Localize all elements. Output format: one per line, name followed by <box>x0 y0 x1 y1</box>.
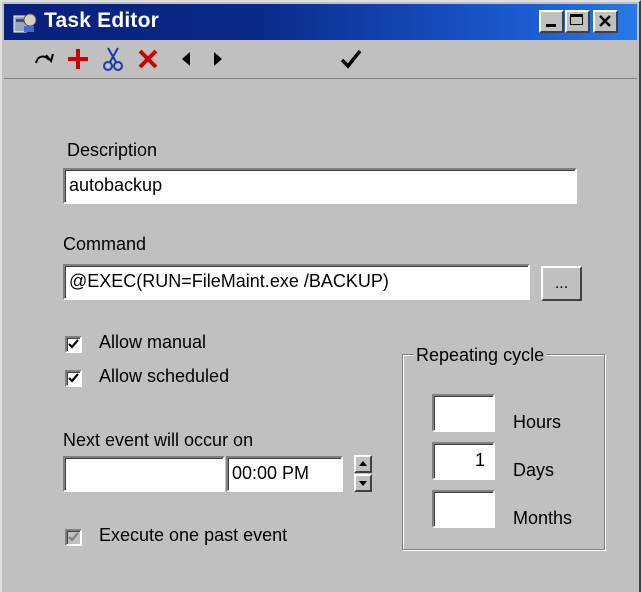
next-icon[interactable] <box>204 40 232 78</box>
check-icon[interactable] <box>334 40 368 78</box>
cut-icon[interactable] <box>98 40 128 78</box>
previous-icon[interactable] <box>172 40 200 78</box>
close-icon <box>595 12 616 31</box>
app-icon <box>12 10 38 36</box>
allow-scheduled-label[interactable]: Allow scheduled <box>99 366 229 387</box>
maximize-button[interactable] <box>565 10 590 33</box>
hours-field[interactable] <box>432 394 495 432</box>
months-label: Months <box>513 508 573 528</box>
spin-up-icon <box>359 461 367 466</box>
repeating-cycle-title: Repeating cycle <box>414 345 547 366</box>
command-field[interactable]: @EXEC(RUN=FileMaint.exe /BACKUP) <box>63 264 530 300</box>
checkmark-icon <box>68 339 79 349</box>
redo-icon[interactable] <box>30 40 60 78</box>
minimize-button[interactable] <box>539 10 564 33</box>
time-spin-up-button[interactable] <box>354 455 372 473</box>
allow-scheduled-checkbox[interactable] <box>65 370 82 387</box>
close-button[interactable] <box>593 10 618 33</box>
allow-manual-label[interactable]: Allow manual <box>99 332 206 353</box>
description-field[interactable]: autobackup <box>63 168 577 204</box>
toolbar <box>4 40 637 79</box>
days-label: Days <box>513 460 555 480</box>
allow-manual-checkbox[interactable] <box>65 336 82 353</box>
command-label: Command <box>63 234 147 254</box>
title-bar[interactable]: Task Editor <box>4 4 637 40</box>
execute-past-event-label[interactable]: Execute one past event <box>99 525 287 546</box>
checkmark-icon <box>68 532 79 542</box>
add-icon[interactable] <box>62 40 94 78</box>
window-title: Task Editor <box>44 9 160 32</box>
browse-button[interactable]: ... <box>541 266 582 301</box>
checkmark-icon <box>68 373 79 383</box>
delete-icon[interactable] <box>132 40 164 78</box>
months-field[interactable] <box>432 490 495 528</box>
maximize-icon <box>570 14 583 25</box>
next-event-date-field[interactable] <box>63 456 225 492</box>
hours-label: Hours <box>513 412 562 432</box>
time-spin-down-button[interactable] <box>354 474 372 492</box>
description-label: Description <box>67 140 158 160</box>
task-editor-window: Task Editor Description autobackup Comma… <box>0 0 641 592</box>
next-event-label: Next event will occur on <box>63 430 254 450</box>
days-field[interactable]: 1 <box>432 442 495 480</box>
execute-past-event-checkbox[interactable] <box>65 529 82 546</box>
next-event-time-field[interactable]: 00:00 PM <box>226 456 343 492</box>
minimize-icon <box>546 24 556 27</box>
spin-down-icon <box>359 481 367 486</box>
